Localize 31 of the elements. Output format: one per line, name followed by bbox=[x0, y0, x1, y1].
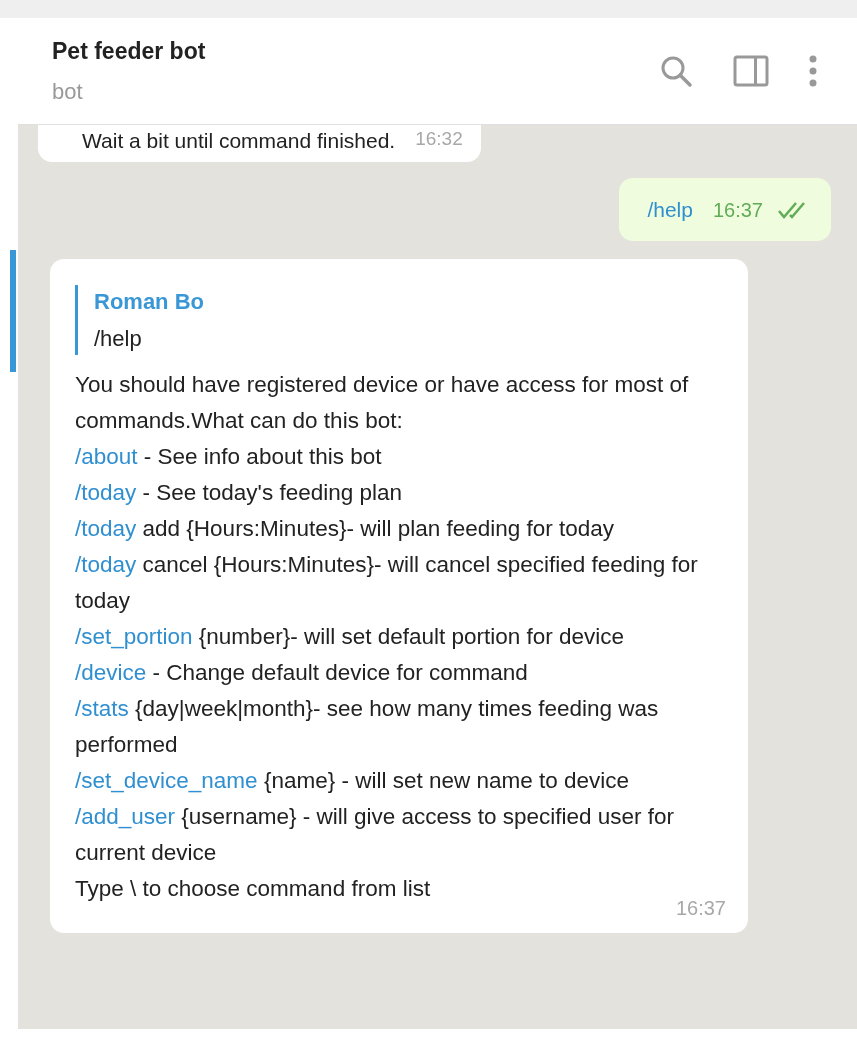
search-icon[interactable] bbox=[659, 54, 693, 88]
command-link[interactable]: /stats bbox=[75, 696, 129, 721]
message-text: You should have registered device or have access for most of commands.What can do this bot: bbox=[75, 371, 690, 435]
command-link[interactable]: /today bbox=[75, 480, 137, 505]
message-text: Type \ to choose command from list bbox=[75, 875, 432, 903]
message-text: /set_device_name {name} - will set new name to device bbox=[75, 767, 631, 795]
message-time: 16:37 bbox=[675, 896, 726, 921]
more-icon[interactable] bbox=[809, 55, 817, 87]
message-text: /stats {day|week|month}- see how many times feeding was performed bbox=[75, 695, 660, 759]
quote-author: Roman Bo bbox=[94, 288, 205, 316]
message-text: /add_user {username} - will give access to specified user for current device bbox=[75, 803, 676, 867]
quote-text: /help bbox=[94, 325, 143, 353]
command-link[interactable]: /device bbox=[75, 660, 147, 685]
command-link[interactable]: /about bbox=[75, 444, 138, 469]
message-time: 16:37 bbox=[712, 198, 763, 223]
message-time: 16:32 bbox=[415, 127, 463, 151]
chat-title: Pet feeder bot bbox=[52, 37, 207, 67]
command-link[interactable]: /set_device_name bbox=[75, 768, 258, 793]
message-text: /today add {Hours:Minutes}- will plan feeding for today bbox=[75, 515, 616, 543]
message-text: /today cancel {Hours:Minutes}- will cancel specified feeding for today bbox=[75, 551, 699, 615]
message-text: /about - See info about this bot bbox=[75, 443, 383, 471]
message-text: /set_portion {number}- will set default portion for device bbox=[75, 623, 626, 651]
message-text: /today - See today's feeding plan bbox=[75, 479, 404, 507]
sidebar-toggle-icon[interactable] bbox=[733, 55, 769, 87]
chat-subtitle: bot bbox=[52, 77, 84, 106]
command-link[interactable]: /today bbox=[75, 516, 137, 541]
message-text: /device - Change default device for command bbox=[75, 659, 529, 687]
command-link[interactable]: /add_user bbox=[75, 804, 176, 829]
message-text: Wait a bit until command finished. bbox=[82, 127, 396, 154]
command-link[interactable]: /set_portion bbox=[75, 624, 193, 649]
command-link[interactable]: /today bbox=[75, 552, 137, 577]
